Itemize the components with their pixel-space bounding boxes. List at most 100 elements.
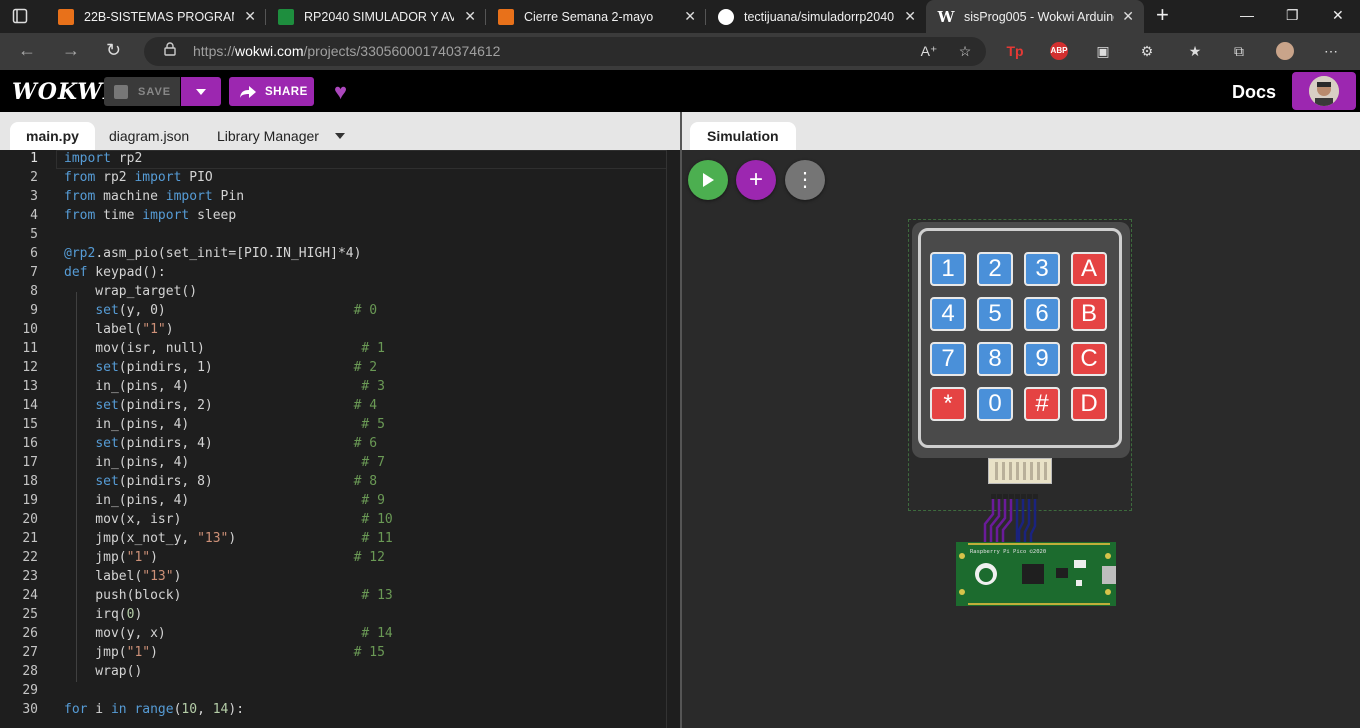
keypad-key[interactable]: #: [1024, 387, 1060, 421]
tab-main-py[interactable]: main.py: [10, 122, 95, 150]
screenshot-icon[interactable]: ▣: [1094, 42, 1112, 60]
code-line[interactable]: in_(pins, 4) # 9: [64, 493, 385, 508]
close-tab-icon[interactable]: ✕: [464, 9, 476, 23]
editor-scrollbar[interactable]: [666, 150, 681, 728]
code-line[interactable]: set(y, 0) # 0: [64, 303, 377, 318]
code-line[interactable]: set(pindirs, 4) # 6: [64, 436, 377, 451]
close-window-button[interactable]: ✕: [1332, 7, 1344, 24]
tab-actions-icon[interactable]: [12, 8, 28, 24]
code-token: (pindirs, 2): [118, 398, 354, 413]
tab-simulation[interactable]: Simulation: [690, 122, 796, 150]
keypad-key[interactable]: 3: [1024, 252, 1060, 286]
save-dropdown-button[interactable]: [181, 77, 221, 106]
wokwi-icon: W: [937, 7, 955, 26]
browser-tab[interactable]: Cierre Semana 2-mayo ✕: [486, 0, 706, 33]
keypad-key[interactable]: 5: [977, 297, 1013, 331]
code-token: jmp(: [64, 645, 127, 660]
minimize-button[interactable]: —: [1240, 7, 1254, 23]
extension-tp-icon[interactable]: Tp: [1006, 42, 1024, 60]
maximize-button[interactable]: ❐: [1286, 7, 1299, 24]
keypad-key[interactable]: 4: [930, 297, 966, 331]
share-button[interactable]: SHARE: [229, 77, 314, 106]
forward-button[interactable]: →: [62, 40, 80, 60]
code-line[interactable]: in_(pins, 4) # 5: [64, 417, 385, 432]
close-tab-icon[interactable]: ✕: [244, 9, 256, 23]
back-button[interactable]: ←: [18, 40, 36, 60]
wires[interactable]: [975, 494, 1055, 546]
add-favorite-icon[interactable]: ☆: [956, 42, 974, 60]
code-line[interactable]: mov(y, x) # 14: [64, 626, 392, 641]
code-line[interactable]: jmp("1") # 12: [64, 550, 385, 565]
code-line[interactable]: mov(x, isr) # 10: [64, 512, 392, 527]
keypad-key[interactable]: 0: [977, 387, 1013, 421]
user-menu-button[interactable]: [1292, 72, 1356, 110]
raspberry-pi-pico-board[interactable]: Raspberry Pi Pico ©2020: [956, 542, 1116, 606]
tab-diagram-json[interactable]: diagram.json: [109, 122, 189, 150]
code-line[interactable]: from rp2 import PIO: [64, 170, 213, 185]
keypad-key[interactable]: D: [1071, 387, 1107, 421]
browser-tab[interactable]: WsisProg005 - Wokwi Arduino ✕: [926, 0, 1144, 33]
code-line[interactable]: from machine import Pin: [64, 189, 244, 204]
code-line[interactable]: import rp2: [64, 151, 142, 166]
keypad-key[interactable]: *: [930, 387, 966, 421]
new-tab-button[interactable]: +: [1156, 4, 1169, 26]
code-line[interactable]: set(pindirs, 2) # 4: [64, 398, 377, 413]
keypad-key[interactable]: 8: [977, 342, 1013, 376]
keypad-key[interactable]: C: [1071, 342, 1107, 376]
profile-avatar[interactable]: [1276, 42, 1294, 60]
more-menu-icon[interactable]: ⋯: [1322, 42, 1340, 60]
keypad-key[interactable]: A: [1071, 252, 1107, 286]
code-line[interactable]: in_(pins, 4) # 7: [64, 455, 385, 470]
code-line[interactable]: for i in range(10, 14):: [64, 702, 244, 717]
code-line[interactable]: def keypad():: [64, 265, 166, 280]
save-button[interactable]: SAVE: [104, 77, 180, 106]
code-line[interactable]: set(pindirs, 8) # 8: [64, 474, 377, 489]
code-line[interactable]: label("13"): [64, 569, 181, 584]
code-line[interactable]: label("1"): [64, 322, 173, 337]
browser-tab[interactable]: 22B-SISTEMAS PROGRAMAB ✕: [46, 0, 266, 33]
read-aloud-icon[interactable]: A⁺: [920, 42, 938, 60]
code-line[interactable]: from time import sleep: [64, 208, 236, 223]
code-line[interactable]: wrap(): [64, 664, 142, 679]
keypad-key[interactable]: 7: [930, 342, 966, 376]
collections-icon[interactable]: ⧉: [1230, 42, 1248, 60]
keypad-key[interactable]: 1: [930, 252, 966, 286]
docs-link[interactable]: Docs: [1232, 82, 1276, 103]
code-line[interactable]: set(pindirs, 1) # 2: [64, 360, 377, 375]
code-line[interactable]: wrap_target(): [64, 284, 197, 299]
favorites-icon[interactable]: ★: [1186, 42, 1204, 60]
wokwi-logo[interactable]: WOKWI: [12, 79, 114, 105]
heart-icon[interactable]: ♥: [334, 81, 347, 103]
close-tab-icon[interactable]: ✕: [1122, 9, 1134, 23]
extensions-icon[interactable]: ⚙: [1138, 42, 1156, 60]
close-tab-icon[interactable]: ✕: [904, 9, 916, 23]
code-line[interactable]: push(block) # 13: [64, 588, 392, 603]
close-tab-icon[interactable]: ✕: [684, 9, 696, 23]
url-text[interactable]: https://wokwi.com/projects/3305600017403…: [193, 43, 500, 59]
start-simulation-button[interactable]: [688, 160, 728, 200]
reload-button[interactable]: ↻: [106, 40, 121, 60]
membrane-keypad[interactable]: 1 2 3 A 4 5 6 B 7 8 9 C * 0 # D: [912, 222, 1130, 458]
code-line[interactable]: jmp(x_not_y, "13") # 11: [64, 531, 392, 546]
line-number: 17: [22, 455, 38, 470]
more-options-button[interactable]: ⋮: [785, 160, 825, 200]
add-part-button[interactable]: +: [736, 160, 776, 200]
browser-tab[interactable]: RP2040 SIMULADOR Y AVAN ✕: [266, 0, 486, 33]
adblock-icon[interactable]: ABP: [1050, 42, 1068, 60]
code-line[interactable]: jmp("1") # 15: [64, 645, 385, 660]
browser-tab[interactable]: tectijuana/simuladorrp2040- ✕: [706, 0, 926, 33]
code-line[interactable]: @rp2.asm_pio(set_init=[PIO.IN_HIGH]*4): [64, 246, 361, 261]
keypad-key[interactable]: B: [1071, 297, 1107, 331]
code-line[interactable]: irq(0): [64, 607, 142, 622]
keypad-key[interactable]: 2: [977, 252, 1013, 286]
code-line[interactable]: mov(isr, null) # 1: [64, 341, 385, 356]
editor-tabs-menu-icon[interactable]: [335, 133, 345, 139]
code-line[interactable]: in_(pins, 4) # 3: [64, 379, 385, 394]
tab-library-manager[interactable]: Library Manager: [217, 122, 319, 150]
lock-icon[interactable]: [164, 42, 176, 56]
code-editor[interactable]: 1 2 3 4 5 6 7 8 9 10 11 12 13 14 15 16 17 18 19 20 21 22 23 24 2…: [0, 150, 680, 728]
keypad-key[interactable]: 6: [1024, 297, 1060, 331]
keypad-key[interactable]: 9: [1024, 342, 1060, 376]
code-token: # 3: [361, 379, 385, 394]
